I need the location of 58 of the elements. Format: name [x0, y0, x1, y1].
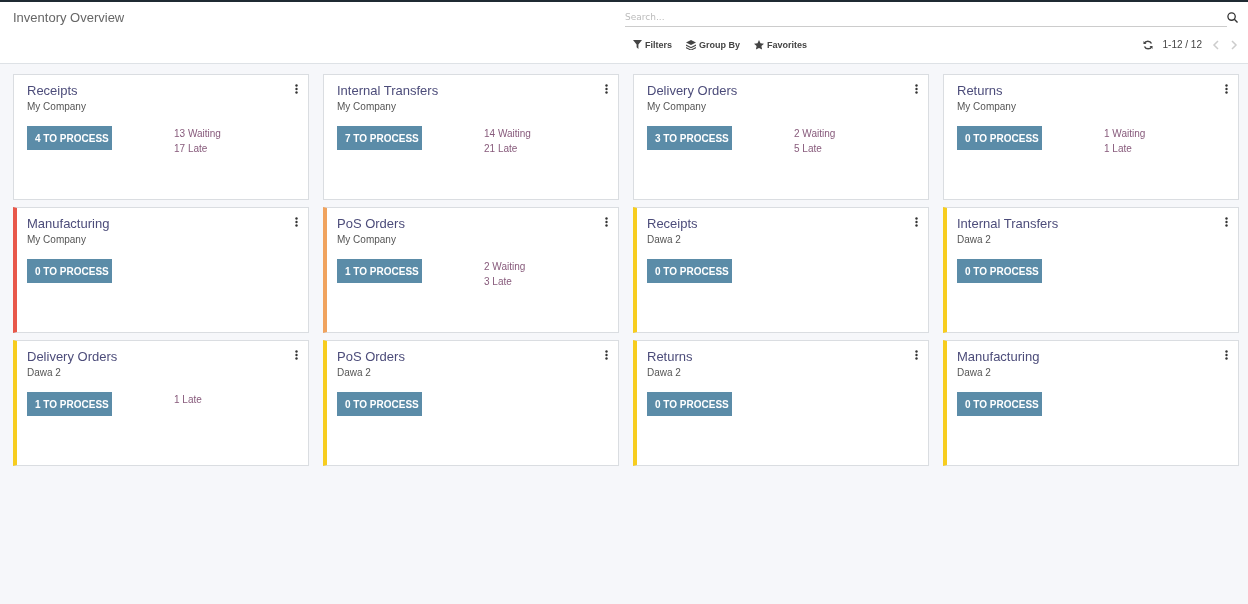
company-name: Dawa 2: [27, 367, 62, 378]
to-process-button[interactable]: 3 TO PROCESS: [647, 126, 732, 150]
to-process-button[interactable]: 0 TO PROCESS: [957, 126, 1042, 150]
status-link[interactable]: 1 Late: [174, 394, 202, 405]
company-name: Dawa 2: [647, 234, 682, 245]
status-link[interactable]: 3 Late: [484, 276, 526, 287]
company-name: My Company: [337, 101, 397, 112]
company-name: Dawa 2: [957, 234, 992, 245]
status-link[interactable]: 17 Late: [174, 143, 221, 154]
to-process-button[interactable]: 4 TO PROCESS: [27, 126, 112, 150]
kebab-menu-icon[interactable]: [605, 84, 608, 94]
status-link[interactable]: 1 Waiting: [1104, 128, 1146, 139]
to-process-button[interactable]: 7 TO PROCESS: [337, 126, 422, 150]
page-title: Inventory Overview: [12, 9, 126, 27]
company-name: Dawa 2: [647, 367, 682, 378]
kebab-menu-icon[interactable]: [605, 217, 608, 227]
search-field[interactable]: Search...: [625, 8, 1227, 27]
to-process-button[interactable]: 0 TO PROCESS: [647, 259, 732, 283]
status-link[interactable]: 1 Late: [1104, 143, 1146, 154]
search-icon[interactable]: [1227, 12, 1238, 23]
status-link[interactable]: 13 Waiting: [174, 128, 221, 139]
filter-menu-button[interactable]: Favorites: [754, 39, 808, 50]
status-link[interactable]: 2 Waiting: [484, 261, 526, 272]
kebab-menu-icon[interactable]: [1225, 217, 1228, 227]
kebab-menu-icon[interactable]: [605, 350, 608, 360]
kebab-menu-icon[interactable]: [915, 350, 918, 360]
kebab-menu-icon[interactable]: [915, 84, 918, 94]
company-name: Dawa 2: [337, 367, 372, 378]
refresh-icon[interactable]: [1142, 39, 1153, 50]
filter-menu-button[interactable]: Group By: [686, 39, 741, 50]
star-icon: [754, 39, 765, 50]
status-link[interactable]: 21 Late: [484, 143, 531, 154]
to-process-button[interactable]: 1 TO PROCESS: [27, 392, 112, 416]
kebab-menu-icon[interactable]: [915, 217, 918, 227]
status-link[interactable]: 14 Waiting: [484, 128, 531, 139]
pager-text: 1-12 / 12: [1162, 39, 1202, 50]
filter-menu-button[interactable]: Filters: [633, 39, 672, 50]
kebab-menu-icon[interactable]: [1225, 350, 1228, 360]
to-process-button[interactable]: 0 TO PROCESS: [957, 392, 1042, 416]
company-name: My Company: [337, 234, 397, 245]
to-process-button[interactable]: 0 TO PROCESS: [957, 259, 1042, 283]
company-name: Dawa 2: [957, 367, 992, 378]
to-process-button[interactable]: 1 TO PROCESS: [337, 259, 422, 283]
kebab-menu-icon[interactable]: [295, 350, 298, 360]
company-name: My Company: [957, 101, 1017, 112]
company-name: My Company: [27, 234, 87, 245]
company-name: My Company: [27, 101, 87, 112]
to-process-button[interactable]: 0 TO PROCESS: [337, 392, 422, 416]
company-name: My Company: [647, 101, 707, 112]
to-process-button[interactable]: 0 TO PROCESS: [27, 259, 112, 283]
status-link[interactable]: 5 Late: [794, 143, 836, 154]
kebab-menu-icon[interactable]: [295, 217, 298, 227]
status-link[interactable]: 2 Waiting: [794, 128, 836, 139]
layers-icon: [686, 39, 696, 50]
to-process-button[interactable]: 0 TO PROCESS: [647, 392, 732, 416]
kebab-menu-icon[interactable]: [1225, 84, 1228, 94]
kebab-menu-icon[interactable]: [295, 84, 298, 94]
filter-icon: [633, 40, 642, 49]
